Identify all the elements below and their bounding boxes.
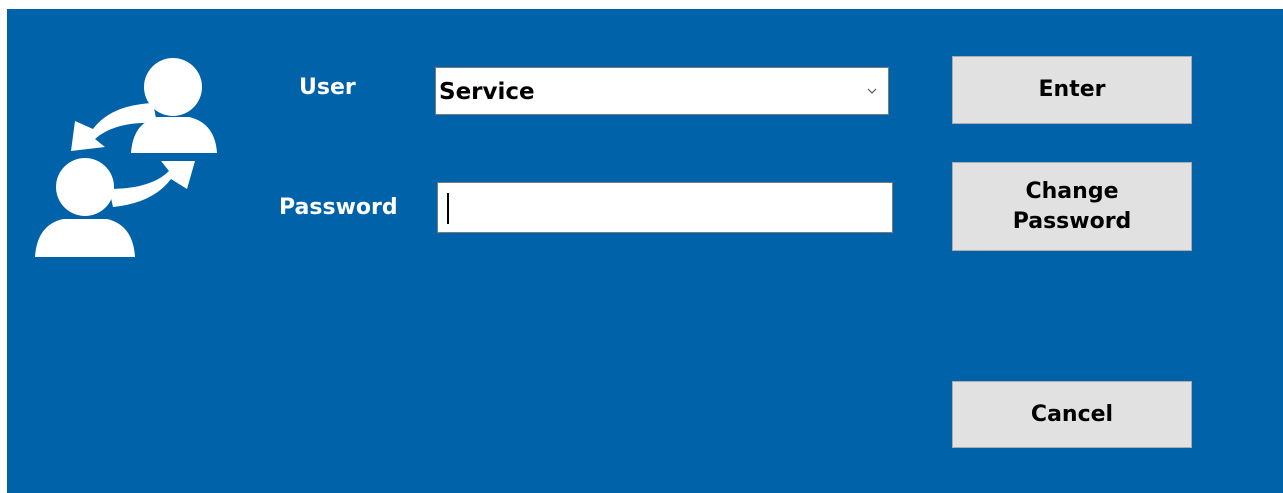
cancel-button[interactable]: Cancel xyxy=(952,381,1192,448)
login-dialog: User Password Service Enter Change Passw… xyxy=(7,9,1283,493)
enter-button[interactable]: Enter xyxy=(952,56,1192,124)
change-password-label: Change Password xyxy=(1012,178,1132,234)
password-input[interactable] xyxy=(437,182,893,233)
chevron-down-icon xyxy=(867,88,877,94)
password-label: Password xyxy=(279,195,398,220)
user-select-value: Service xyxy=(439,79,535,105)
change-password-button[interactable]: Change Password xyxy=(952,162,1192,251)
user-label: User xyxy=(299,75,356,100)
text-caret xyxy=(447,193,449,224)
user-switch-icon xyxy=(35,58,217,257)
user-select[interactable]: Service xyxy=(435,67,889,115)
